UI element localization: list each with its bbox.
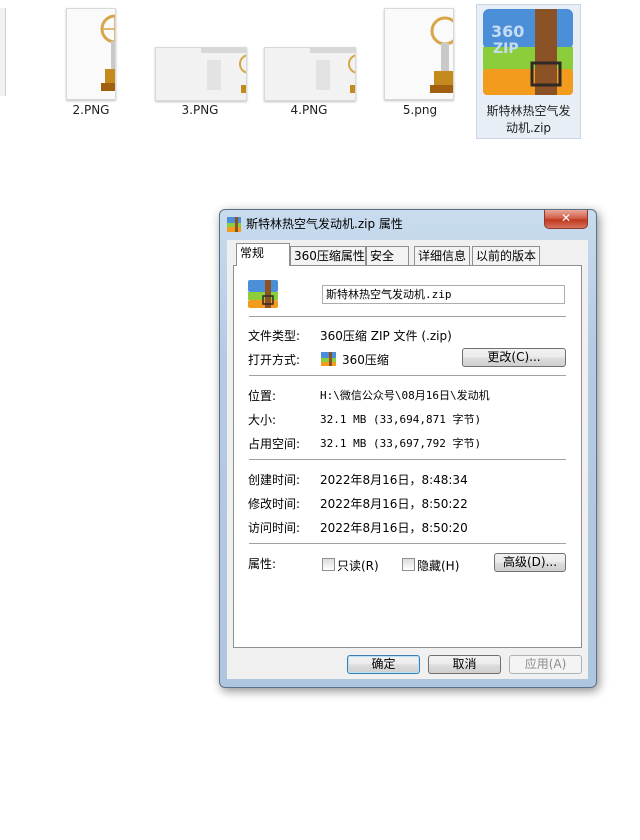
hidden-checkbox[interactable]: [402, 558, 415, 571]
change-button[interactable]: 更改(C)...: [462, 348, 566, 367]
tab-security[interactable]: 安全: [366, 246, 409, 265]
tab-details[interactable]: 详细信息: [414, 246, 470, 265]
file-2-png[interactable]: 2.PNG: [55, 4, 127, 119]
tab-label: 安全: [370, 249, 395, 263]
zip-thumb-text-360: 360: [491, 22, 524, 41]
dialog-client-area: 常规 360压缩属性 安全 详细信息 以前的版本 斯特林热空气发动机.zip 文…: [227, 240, 588, 679]
file-name: 2.PNG: [72, 103, 110, 117]
location-value: H:\微信公众号\08月16日\发动机: [320, 389, 490, 402]
file-zip-selected[interactable]: 360 ZIP 斯特林热空气发 动机.zip: [476, 4, 581, 139]
modified-label: 修改时间:: [248, 497, 301, 511]
file-name-line2: 动机.zip: [505, 121, 552, 135]
close-icon: ✕: [560, 211, 572, 225]
separator: [249, 459, 566, 460]
file-2-thumbnail: [66, 8, 116, 100]
file-name-line1: 斯特林热空气发: [486, 104, 571, 118]
zip-archive-icon: 360 ZIP: [483, 9, 573, 95]
file-3-thumbnail: [155, 47, 247, 101]
tab-label: 以前的版本: [476, 249, 537, 263]
created-label: 创建时间:: [248, 473, 301, 487]
advanced-button[interactable]: 高级(D)...: [494, 553, 566, 572]
file-4-thumbnail: [264, 47, 356, 101]
filename-field[interactable]: 斯特林热空气发动机.zip: [322, 285, 565, 304]
tab-label: 详细信息: [418, 249, 467, 263]
created-value: 2022年8月16日，8:48:34: [320, 473, 468, 487]
readonly-checkbox[interactable]: [322, 558, 335, 571]
location-label: 位置:: [248, 389, 277, 403]
accessed-value: 2022年8月16日，8:50:20: [320, 521, 468, 535]
size-label: 大小:: [248, 413, 277, 427]
size-value: 32.1 MB (33,694,871 字节): [320, 413, 482, 426]
separator: [249, 543, 566, 544]
engine-image: [201, 48, 246, 93]
properties-dialog: 斯特林热空气发动机.zip 属性 ✕ 常规 360压缩属性 安全 详细信息 以前…: [219, 209, 597, 688]
general-tab-panel: 斯特林热空气发动机.zip 文件类型: 360压缩 ZIP 文件 (.zip) …: [233, 265, 582, 648]
zip-title-icon: [227, 217, 241, 232]
engine-image: [430, 16, 453, 93]
apply-button[interactable]: 应用(A): [509, 655, 582, 674]
360zip-small-icon: [321, 352, 336, 366]
tab-360-compression[interactable]: 360压缩属性: [290, 246, 366, 265]
file-5-png[interactable]: 5.png: [375, 4, 465, 119]
file-3-png[interactable]: 3.PNG: [150, 4, 250, 119]
separator: [249, 375, 566, 376]
engine-image: [100, 14, 115, 91]
file-name: 5.png: [402, 103, 438, 117]
file-5-thumbnail: [384, 8, 454, 100]
dialog-title: 斯特林热空气发动机.zip 属性: [246, 217, 403, 231]
size-on-disk-value: 32.1 MB (33,697,792 字节): [320, 437, 482, 450]
readonly-label[interactable]: 只读(R): [337, 557, 379, 574]
separator: [249, 316, 566, 317]
type-value: 360压缩 ZIP 文件 (.zip): [320, 329, 452, 343]
engine-image: [310, 48, 355, 93]
size-on-disk-label: 占用空间:: [248, 437, 301, 451]
zip-thumb-text-zip: ZIP: [493, 41, 519, 57]
attributes-label: 属性:: [248, 557, 277, 571]
file-name: 4.PNG: [290, 103, 328, 117]
tab-label: 常规: [240, 246, 265, 260]
type-label: 文件类型:: [248, 329, 301, 343]
tab-previous-versions[interactable]: 以前的版本: [472, 246, 540, 265]
hidden-label[interactable]: 隐藏(H): [417, 557, 459, 574]
modified-value: 2022年8月16日，8:50:22: [320, 497, 468, 511]
close-button[interactable]: ✕: [544, 210, 588, 229]
tab-label: 360压缩属性: [294, 249, 365, 263]
open-with-label: 打开方式:: [248, 353, 301, 367]
accessed-label: 访问时间:: [248, 521, 301, 535]
cancel-button[interactable]: 取消: [428, 655, 501, 674]
partial-file-edge: [0, 8, 6, 96]
file-4-png[interactable]: 4.PNG: [259, 4, 359, 119]
file-name: 3.PNG: [181, 103, 219, 117]
open-with-value: 360压缩: [342, 353, 389, 367]
tab-general[interactable]: 常规: [236, 243, 290, 266]
ok-button[interactable]: 确定: [347, 655, 420, 674]
zip-file-large-icon: [248, 280, 278, 308]
